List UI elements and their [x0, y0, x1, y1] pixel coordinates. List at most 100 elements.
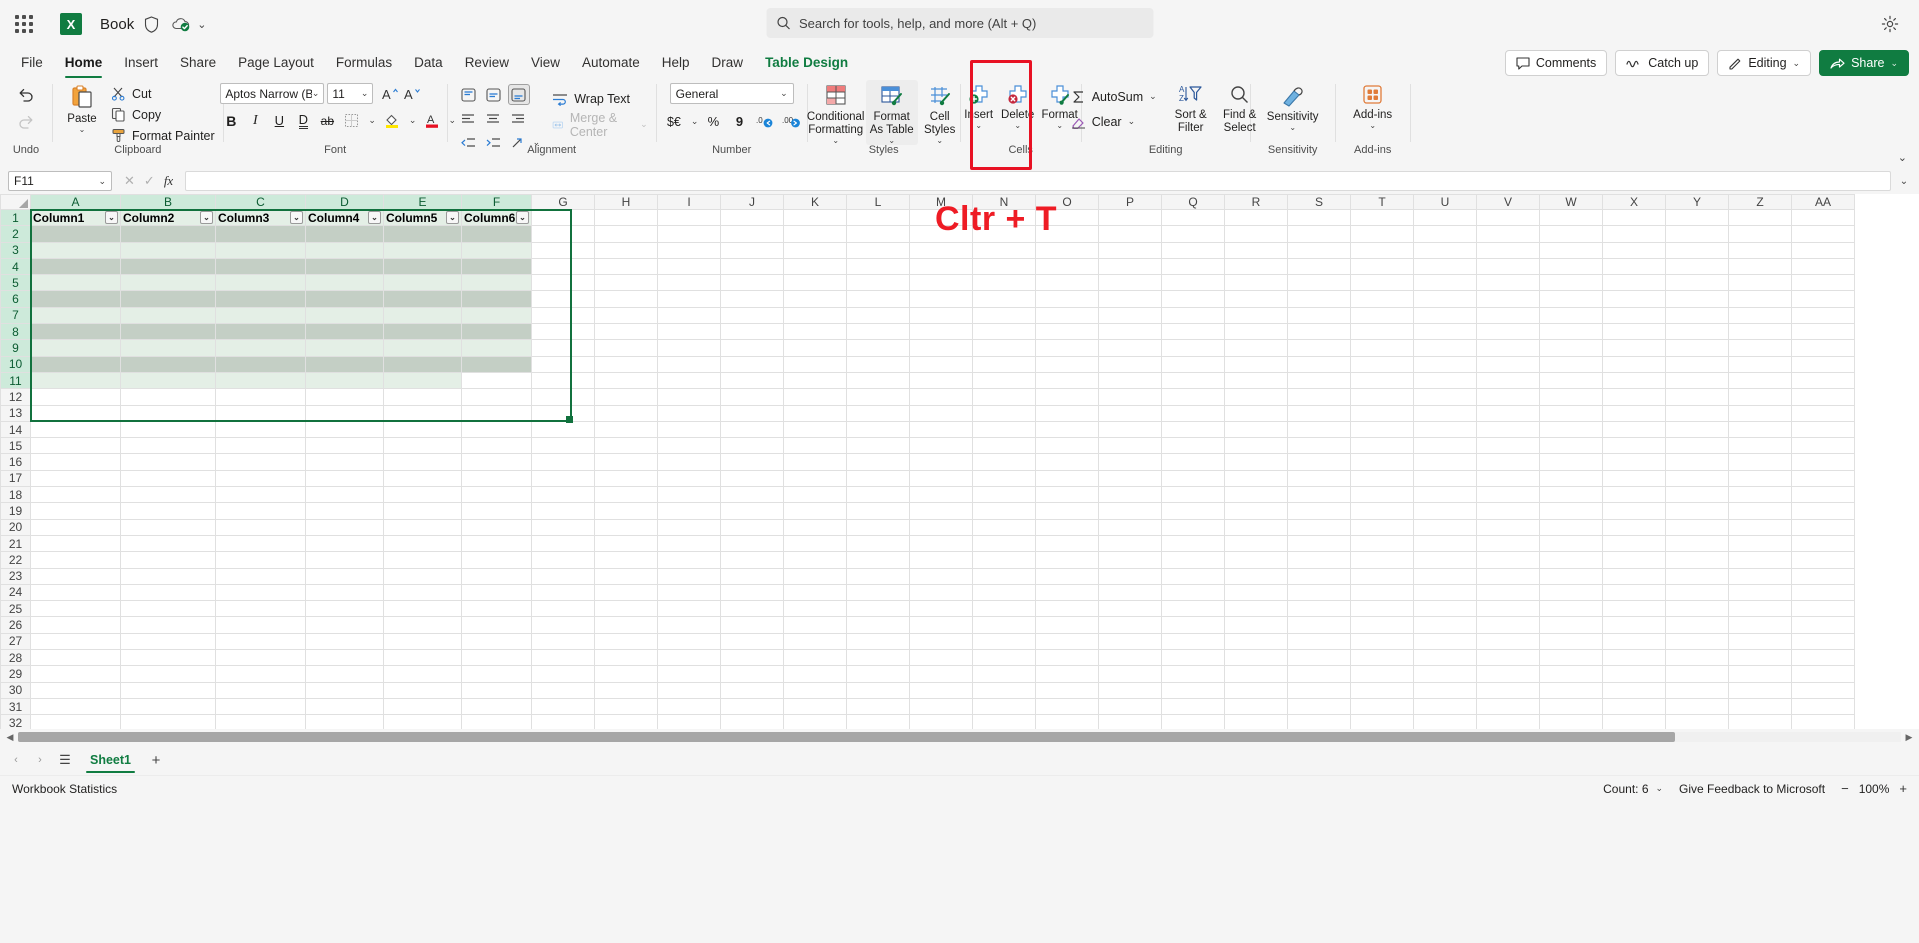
- cell-X14[interactable]: [1602, 420, 1666, 439]
- cell-Q1[interactable]: [1161, 208, 1225, 227]
- cell-D30[interactable]: [305, 681, 384, 699]
- cell-T12[interactable]: [1350, 388, 1414, 406]
- cell-Z32[interactable]: [1728, 714, 1792, 729]
- cell-C22[interactable]: [215, 551, 306, 569]
- cell-AA22[interactable]: [1791, 551, 1855, 569]
- cell-S9[interactable]: [1287, 339, 1351, 357]
- cell-Y20[interactable]: [1665, 518, 1729, 536]
- cell-M30[interactable]: [909, 681, 973, 699]
- cell-AA16[interactable]: [1791, 453, 1855, 471]
- cell-X5[interactable]: [1602, 274, 1666, 292]
- cell-R27[interactable]: [1224, 632, 1288, 651]
- sheet-tab-sheet1[interactable]: Sheet1: [80, 745, 141, 775]
- row-header-2[interactable]: 2: [0, 225, 31, 243]
- cell-R21[interactable]: [1224, 534, 1288, 553]
- cell-D3[interactable]: [305, 241, 384, 259]
- cell-C9[interactable]: [215, 339, 306, 357]
- row-header-6[interactable]: 6: [0, 290, 31, 308]
- confirm-formula-icon[interactable]: ✓: [144, 173, 155, 189]
- cell-O8[interactable]: [1035, 323, 1099, 341]
- cell-Z26[interactable]: [1728, 616, 1792, 634]
- cell-F24[interactable]: [461, 583, 532, 602]
- cell-F13[interactable]: [461, 404, 532, 422]
- chevron-down-icon[interactable]: ⌄: [1128, 116, 1136, 127]
- tab-share[interactable]: Share: [169, 49, 227, 77]
- cell-O1[interactable]: [1035, 208, 1099, 227]
- cell-G26[interactable]: [531, 616, 595, 634]
- column-header-aa[interactable]: AA: [1791, 194, 1855, 210]
- cell-M6[interactable]: [909, 290, 973, 308]
- row-header-1[interactable]: 1: [0, 208, 31, 227]
- cell-F9[interactable]: [461, 339, 532, 357]
- formula-input[interactable]: [185, 171, 1891, 191]
- cell-Z20[interactable]: [1728, 518, 1792, 536]
- cell-Q4[interactable]: [1161, 257, 1225, 276]
- cell-R10[interactable]: [1224, 355, 1288, 373]
- chevron-down-icon[interactable]: ⌄: [1014, 122, 1021, 130]
- cell-J13[interactable]: [720, 404, 784, 422]
- cell-S12[interactable]: [1287, 388, 1351, 406]
- cell-B8[interactable]: [120, 323, 216, 341]
- cell-AA10[interactable]: [1791, 355, 1855, 373]
- cell-B11[interactable]: [120, 371, 216, 390]
- all-sheets-icon[interactable]: ☰: [54, 752, 76, 768]
- cell-Q22[interactable]: [1161, 551, 1225, 569]
- cell-B1[interactable]: Column2 ⌄: [120, 208, 216, 227]
- cell-U19[interactable]: [1413, 502, 1477, 520]
- cell-J10[interactable]: [720, 355, 784, 373]
- cell-M20[interactable]: [909, 518, 973, 536]
- cell-W3[interactable]: [1539, 241, 1603, 259]
- cell-O29[interactable]: [1035, 665, 1099, 683]
- cell-L25[interactable]: [846, 600, 910, 618]
- cell-B12[interactable]: [120, 388, 216, 406]
- cell-N14[interactable]: [972, 420, 1036, 439]
- cell-L26[interactable]: [846, 616, 910, 634]
- row-header-12[interactable]: 12: [0, 388, 31, 406]
- cell-S11[interactable]: [1287, 371, 1351, 390]
- cell-T30[interactable]: [1350, 681, 1414, 699]
- cell-W16[interactable]: [1539, 453, 1603, 471]
- cell-X30[interactable]: [1602, 681, 1666, 699]
- cell-L8[interactable]: [846, 323, 910, 341]
- cell-F7[interactable]: [461, 306, 532, 325]
- cell-V27[interactable]: [1476, 632, 1540, 651]
- cell-P1[interactable]: [1098, 208, 1162, 227]
- cell-H8[interactable]: [594, 323, 658, 341]
- cell-E8[interactable]: [383, 323, 462, 341]
- cell-W23[interactable]: [1539, 567, 1603, 585]
- cell-H27[interactable]: [594, 632, 658, 651]
- cell-A15[interactable]: [30, 437, 121, 455]
- cell-P27[interactable]: [1098, 632, 1162, 651]
- cell-R16[interactable]: [1224, 453, 1288, 471]
- row-header-8[interactable]: 8: [0, 323, 31, 341]
- cell-E11[interactable]: [383, 371, 462, 390]
- cell-P21[interactable]: [1098, 534, 1162, 553]
- cell-S32[interactable]: [1287, 714, 1351, 729]
- cell-N21[interactable]: [972, 534, 1036, 553]
- cell-Q26[interactable]: [1161, 616, 1225, 634]
- cell-C6[interactable]: [215, 290, 306, 308]
- cell-J28[interactable]: [720, 649, 784, 667]
- cell-Q16[interactable]: [1161, 453, 1225, 471]
- tab-view[interactable]: View: [520, 49, 571, 77]
- cell-E14[interactable]: [383, 420, 462, 439]
- cell-K21[interactable]: [783, 534, 847, 553]
- cell-H9[interactable]: [594, 339, 658, 357]
- cell-P9[interactable]: [1098, 339, 1162, 357]
- cell-V9[interactable]: [1476, 339, 1540, 357]
- cell-O5[interactable]: [1035, 274, 1099, 292]
- cell-S8[interactable]: [1287, 323, 1351, 341]
- cell-U27[interactable]: [1413, 632, 1477, 651]
- cell-A18[interactable]: [30, 486, 121, 504]
- cell-O24[interactable]: [1035, 583, 1099, 602]
- cancel-formula-icon[interactable]: ✕: [124, 173, 135, 189]
- cell-I13[interactable]: [657, 404, 721, 422]
- cell-W15[interactable]: [1539, 437, 1603, 455]
- cell-G14[interactable]: [531, 420, 595, 439]
- cell-X18[interactable]: [1602, 486, 1666, 504]
- cell-G18[interactable]: [531, 486, 595, 504]
- cell-U8[interactable]: [1413, 323, 1477, 341]
- cell-S7[interactable]: [1287, 306, 1351, 325]
- row-header-26[interactable]: 26: [0, 616, 31, 634]
- cell-Z3[interactable]: [1728, 241, 1792, 259]
